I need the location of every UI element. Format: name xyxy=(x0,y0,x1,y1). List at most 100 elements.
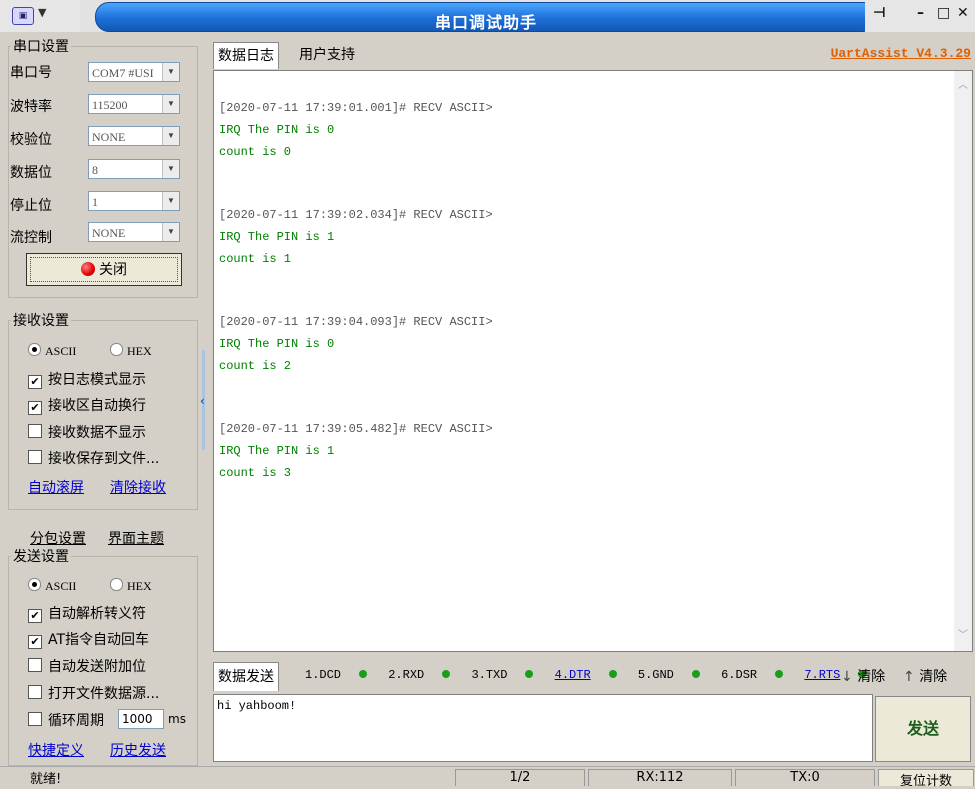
led-icon xyxy=(359,670,368,678)
version-link[interactable]: UartAssist V4.3.29 xyxy=(831,46,971,61)
led-icon xyxy=(442,670,451,678)
send-history-link[interactable]: 历史发送 xyxy=(110,740,166,760)
databits-select[interactable]: 8 ▼ xyxy=(88,159,180,179)
send-toolbar: 数据发送 1.DCD 2.RXD 3.TXD 4.DTR 5.GND 6.DSR… xyxy=(213,662,973,692)
app-icon[interactable]: ▣ xyxy=(12,7,34,25)
recv-hex-radio[interactable]: HEX xyxy=(110,343,152,359)
receive-log[interactable]: [2020-07-11 17:39:01.001]# RECV ASCII> I… xyxy=(213,70,973,652)
status-count: 1/2 xyxy=(455,769,585,786)
pin-label[interactable]: 7.RTS xyxy=(804,668,840,682)
send-button[interactable]: 发送 xyxy=(875,696,971,762)
log-line: count is 2 xyxy=(219,359,292,373)
checkbox-icon[interactable] xyxy=(28,658,42,672)
quick-define-link[interactable]: 快捷定义 xyxy=(28,740,84,760)
pin-dtr[interactable]: 4.DTR xyxy=(555,668,617,682)
checkbox-checked-icon[interactable]: ✔ xyxy=(28,609,42,623)
send-opt1[interactable]: ✔ 自动解析转义符 xyxy=(28,603,146,623)
checkbox-icon[interactable] xyxy=(28,685,42,699)
recv-opt3[interactable]: 接收数据不显示 xyxy=(28,422,146,442)
pin-icon[interactable]: ⊣ xyxy=(873,5,886,21)
radio-icon[interactable] xyxy=(110,343,123,356)
send-hex-radio[interactable]: HEX xyxy=(110,578,152,594)
checkbox-checked-icon[interactable]: ✔ xyxy=(28,375,42,389)
pin-label[interactable]: 4.DTR xyxy=(555,668,591,682)
clear-receive-link[interactable]: 清除接收 xyxy=(110,477,166,497)
serial-legend: 串口设置 xyxy=(13,39,69,55)
scroll-up-icon[interactable]: ︿ xyxy=(954,77,972,95)
radio-icon[interactable] xyxy=(28,343,41,356)
led-icon xyxy=(691,670,700,678)
databits-label: 数据位 xyxy=(10,165,52,181)
log-line: IRQ The PIN is 1 xyxy=(219,230,335,244)
send-ascii-radio[interactable]: ASCII xyxy=(28,578,76,594)
close-port-inner: 关闭 xyxy=(30,257,178,282)
checkbox-icon[interactable] xyxy=(28,450,42,464)
chevron-down-icon[interactable]: ▼ xyxy=(162,127,179,145)
recv-opt2-label: 接收区自动换行 xyxy=(48,398,146,414)
checkbox-icon[interactable] xyxy=(28,424,42,438)
send-legend: 发送设置 xyxy=(13,549,69,565)
tab-data-log[interactable]: 数据日志 xyxy=(213,42,279,69)
flow-select[interactable]: NONE ▼ xyxy=(88,222,180,242)
chevron-left-icon[interactable]: ‹ xyxy=(200,394,205,408)
period-unit: ms xyxy=(168,712,186,726)
chevron-down-icon[interactable]: ▼ xyxy=(162,192,179,210)
chevron-down-icon[interactable]: ▼ xyxy=(162,95,179,113)
port-select[interactable]: COM7 #USI ▼ xyxy=(88,62,180,82)
pin-label: 5.GND xyxy=(637,668,674,682)
tab-user-support[interactable]: 用户支持 xyxy=(295,42,359,68)
send-ascii-label: ASCII xyxy=(45,579,77,593)
minimize-icon[interactable]: – xyxy=(917,5,924,21)
send-opt2[interactable]: ✔ AT指令自动回车 xyxy=(28,629,149,649)
pin-label: 6.DSR xyxy=(721,668,758,682)
stopbits-label: 停止位 xyxy=(10,198,52,214)
pin-gnd: 5.GND xyxy=(638,668,700,682)
tab-theme[interactable]: 界面主题 xyxy=(108,528,164,548)
clear-send-button[interactable]: ↓ 清除 xyxy=(841,666,885,686)
send-opt3[interactable]: 自动发送附加位 xyxy=(28,656,146,676)
baud-select[interactable]: 115200 ▼ xyxy=(88,94,180,114)
send-opt4[interactable]: 打开文件数据源... xyxy=(28,683,159,703)
parity-value: NONE xyxy=(92,130,126,144)
clear-recv-button[interactable]: ↑ 清除 xyxy=(903,666,947,686)
log-scrollbar[interactable]: ︿ ﹀ xyxy=(954,71,972,651)
status-rx: RX:112 xyxy=(588,769,732,786)
clear-recv-label: 清除 xyxy=(919,669,948,685)
radio-icon[interactable] xyxy=(28,578,41,591)
flow-value: NONE xyxy=(92,226,126,240)
log-line: count is 0 xyxy=(219,145,292,159)
radio-icon[interactable] xyxy=(110,578,123,591)
reset-count-button[interactable]: 复位计数 xyxy=(878,769,974,789)
recv-opt4[interactable]: 接收保存到文件... xyxy=(28,448,159,468)
parity-select[interactable]: NONE ▼ xyxy=(88,126,180,146)
scroll-down-icon[interactable]: ﹀ xyxy=(954,627,972,645)
send-opt5[interactable]: 循环周期 xyxy=(28,710,104,730)
chevron-down-icon[interactable]: ▼ xyxy=(162,63,179,81)
window-controls: ⊣ – □ ✕ xyxy=(865,0,975,32)
title-left: ▣ ▼ xyxy=(0,0,80,32)
log-line: count is 1 xyxy=(219,252,292,266)
period-input[interactable]: 1000 xyxy=(118,709,164,729)
send-opt5-label: 循环周期 xyxy=(48,713,104,729)
send-opt3-label: 自动发送附加位 xyxy=(48,659,146,675)
checkbox-icon[interactable] xyxy=(28,712,42,726)
chevron-down-icon[interactable]: ▼ xyxy=(162,160,179,178)
tab-data-send[interactable]: 数据发送 xyxy=(213,662,279,691)
recv-opt1[interactable]: ✔ 按日志模式显示 xyxy=(28,369,146,389)
recv-ascii-radio[interactable]: ASCII xyxy=(28,343,76,359)
send-input[interactable]: hi yahboom! xyxy=(213,694,873,762)
close-port-button[interactable]: 关闭 xyxy=(26,253,182,286)
checkbox-checked-icon[interactable]: ✔ xyxy=(28,401,42,415)
chevron-down-icon[interactable]: ▼ xyxy=(162,223,179,241)
stopbits-select[interactable]: 1 ▼ xyxy=(88,191,180,211)
checkbox-checked-icon[interactable]: ✔ xyxy=(28,635,42,649)
recv-opt2[interactable]: ✔ 接收区自动换行 xyxy=(28,395,146,415)
auto-scroll-link[interactable]: 自动滚屏 xyxy=(28,477,84,497)
send-opt1-label: 自动解析转义符 xyxy=(48,606,146,622)
chevron-down-icon[interactable]: ▼ xyxy=(38,6,46,19)
panel-splitter[interactable]: ‹ xyxy=(200,350,208,450)
maximize-icon[interactable]: □ xyxy=(937,5,950,21)
status-bar: 就绪! 1/2 RX:112 TX:0 复位计数 xyxy=(0,766,975,789)
close-icon[interactable]: ✕ xyxy=(957,5,969,21)
tab-packet-settings[interactable]: 分包设置 xyxy=(30,528,86,548)
